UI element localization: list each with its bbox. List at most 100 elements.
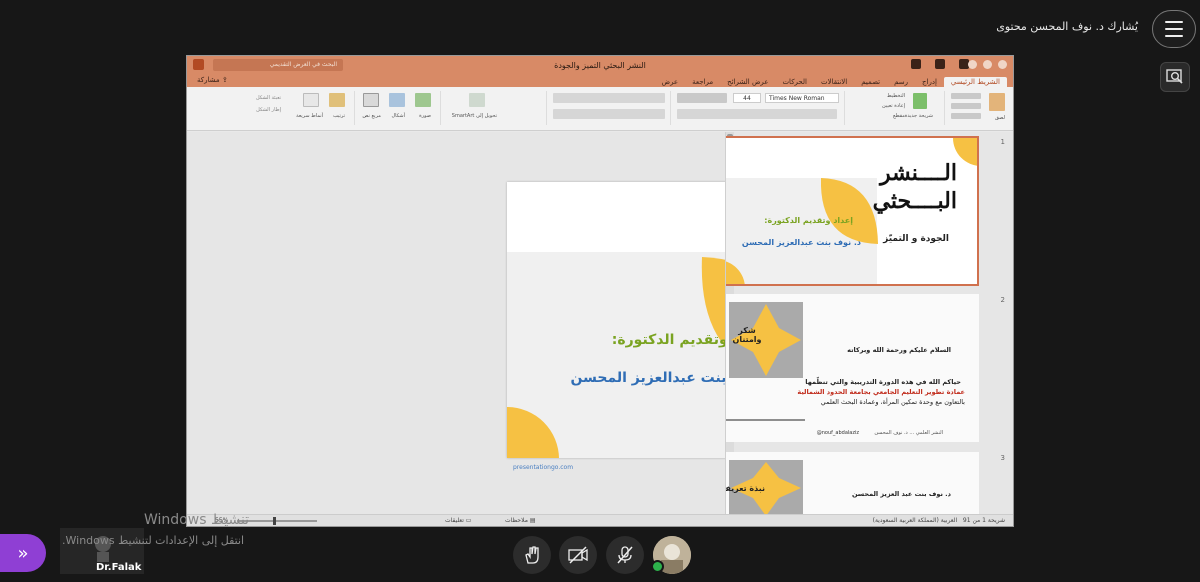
camera-off-button[interactable] (559, 536, 597, 574)
status-slide-info: شريحة 1 من 91 العربية (المملكة العربية ا… (873, 517, 1005, 524)
ribbon-tab[interactable]: رسم (887, 77, 915, 87)
smartart-label: تحويل إلى SmartArt (451, 113, 497, 119)
font-grow-shrink-icon[interactable] (677, 93, 727, 103)
textbox-icon[interactable] (363, 93, 379, 107)
ribbon-tabs: ⇪ مشاركة الشريط الرئيسي إدراج رسم تصميم الان… (187, 74, 1013, 87)
ribbon-tab[interactable]: الحركات (775, 77, 814, 87)
thumb2-line3: بالتعاون مع وحدة تمكين المرأة، وعمادة ال… (820, 398, 965, 406)
thumb3-name: د. نوف بنت عبد العزيز المحسن (851, 490, 951, 498)
thumb2-footer: النشر العلمي ... د. نوف المحسن (874, 430, 943, 436)
layout-label[interactable]: التخطيط (887, 93, 905, 99)
shape-outline-label[interactable]: إطار الشكل (256, 107, 281, 113)
shapes-icon[interactable] (389, 93, 405, 107)
slide-thumbnails-panel: 1 الــــنشر البــــحثي الجودة و التميّز … (725, 132, 1013, 516)
expand-panel-button[interactable]: » (0, 534, 46, 572)
thumb2-handle: @nouf_abdalaziz (816, 430, 859, 436)
shape-fill-label[interactable]: تعبئة الشكل (256, 95, 281, 101)
format-painter-icon[interactable] (951, 113, 981, 119)
paste-icon[interactable] (989, 93, 1005, 111)
slide-source-link[interactable]: presentationgo.com (513, 464, 573, 471)
windows-activation-title: Windows تنشيط (144, 512, 250, 528)
ribbon-divider (546, 91, 547, 125)
ribbon-tab[interactable]: عرض الشرائح (720, 77, 775, 87)
raise-hand-button[interactable] (513, 536, 551, 574)
mic-off-button[interactable] (606, 536, 644, 574)
file-title: النشر البحثي التميز والجودة (554, 60, 646, 70)
thumb2-decoration (726, 294, 979, 442)
quick-styles-icon[interactable] (303, 93, 319, 107)
copy-icon[interactable] (951, 103, 981, 109)
thumb2-greeting: السلام عليكم ورحمة الله وبركاته (847, 346, 951, 354)
close-window-button[interactable] (968, 60, 977, 69)
font-name-select[interactable]: Times New Roman (765, 93, 839, 103)
thumb2-line1: حياكم الله في هذه الدورة التدريبية والتي… (805, 378, 961, 386)
section-label[interactable]: مقطع (893, 113, 905, 119)
notes-button[interactable]: ▤ ملاحظات (505, 517, 535, 524)
hamburger-icon (1165, 35, 1183, 37)
powerpoint-window: البحث في العرض التقديمي النشر البحثي الت… (186, 55, 1014, 527)
shapes-label: أشكال (391, 113, 406, 119)
share-label: مشاركة (197, 76, 220, 84)
thumb-number: 1 (1000, 138, 1005, 146)
comments-label: تعليقات (445, 517, 464, 524)
ribbon-tab[interactable]: عرض (655, 77, 686, 87)
ribbon-divider (670, 91, 671, 125)
zoom-view-button[interactable] (1160, 62, 1190, 92)
comments-button[interactable]: ▭ تعليقات (445, 517, 471, 524)
smartart-icon[interactable] (469, 93, 485, 107)
minimize-window-button[interactable] (983, 60, 992, 69)
thumb1-prepared-by: إعداد وتقديم الدكتورة: (764, 216, 853, 225)
zoom-icon (1166, 69, 1183, 84)
ribbon-divider (440, 91, 441, 125)
thumb2-badge: شكر وامتنان (732, 326, 762, 344)
arrange-icon[interactable] (329, 93, 345, 107)
ribbon-divider (944, 91, 945, 125)
thumb-number: 2 (1000, 296, 1005, 304)
ppt-workspace: الــــنشر البــــحثي الجودة و التميّز إع… (187, 132, 1013, 516)
ribbon-toolbar: لصق شريحة جديدة التخطيط إعادة تعيين مقطع… (187, 87, 1013, 131)
thumb3-badge: نبذة تعريفية (725, 484, 765, 493)
slide-thumbnail-1[interactable]: الــــنشر البــــحثي الجودة و التميّز إع… (726, 136, 979, 286)
slide-count: شريحة 1 من 91 (962, 517, 1005, 524)
maximize-window-button[interactable] (998, 60, 1007, 69)
new-slide-icon[interactable] (913, 93, 927, 109)
paragraph-list-buttons[interactable] (553, 93, 665, 103)
online-status-icon (651, 560, 664, 573)
save-icon[interactable] (935, 59, 945, 69)
dropdown-icon[interactable] (911, 59, 921, 69)
ribbon-tab[interactable]: الشريط الرئيسي (943, 77, 1007, 87)
picture-icon[interactable] (415, 93, 431, 107)
ribbon-tab[interactable]: الانتقالات (814, 77, 854, 87)
zoom-slider-thumb[interactable] (273, 517, 276, 525)
thumb-number: 3 (1000, 454, 1005, 462)
picture-label: صورة (419, 113, 431, 119)
camera-off-icon (568, 546, 588, 564)
ribbon-divider (354, 91, 355, 125)
ribbon-divider (844, 91, 845, 125)
slide-thumbnail-2[interactable]: شكر وامتنان السلام عليكم ورحمة الله وبرك… (726, 294, 979, 442)
ribbon-tab[interactable]: مراجعة (685, 77, 720, 87)
paragraph-align-buttons[interactable] (553, 109, 665, 119)
self-name-label: Dr.Falak (96, 562, 142, 573)
font-size-select[interactable]: 44 (733, 93, 761, 103)
presenter-label: يُشارك د. نوف المحسن محتوى (996, 20, 1138, 33)
hamburger-icon (1165, 21, 1183, 23)
share-button[interactable]: ⇪ مشاركة (197, 76, 228, 84)
mic-off-icon (617, 546, 633, 564)
slide-thumbnail-3[interactable]: نبذة تعريفية د. نوف بنت عبد العزيز المحس… (725, 452, 979, 516)
menu-button[interactable] (1152, 10, 1196, 48)
ribbon-tab[interactable]: إدراج (915, 77, 944, 87)
windows-activation-subtitle: انتقل إلى الإعدادات لتنشيط Windows. (62, 534, 245, 547)
status-bar: شريحة 1 من 91 العربية (المملكة العربية ا… (187, 514, 1013, 526)
cut-icon[interactable] (951, 93, 981, 99)
thumb1-title-line2: البــــحثي (872, 188, 957, 214)
quick-styles-label: أنماط سريعة (296, 113, 323, 119)
reset-label[interactable]: إعادة تعيين (882, 103, 905, 109)
ribbon-tab[interactable]: تصميم (854, 77, 887, 87)
thumb2-line2: عمادة تطوير التعليم الجامعي بجامعة الحدو… (797, 388, 965, 396)
hamburger-icon (1165, 28, 1183, 30)
language-label: العربية (المملكة العربية السعودية) (872, 517, 958, 524)
new-slide-label: شريحة جديدة (904, 113, 933, 119)
font-format-buttons[interactable] (677, 109, 837, 119)
paste-label: لصق (994, 115, 1005, 121)
